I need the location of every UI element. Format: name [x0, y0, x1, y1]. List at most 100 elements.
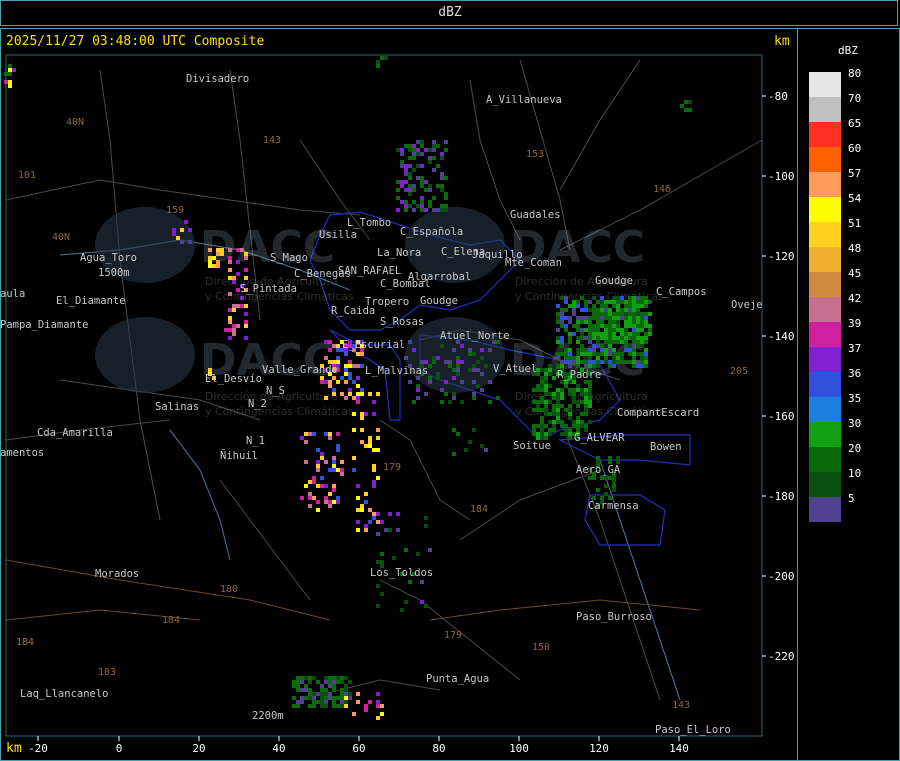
echo-pixel: [360, 412, 364, 416]
echo-pixel: [340, 472, 344, 476]
echo-pixel: [596, 312, 600, 316]
echo-pixel: [624, 316, 628, 320]
echo-pixel: [608, 476, 612, 480]
echo-pixel: [236, 324, 240, 328]
svg-text:y Contingencias Climáticas: y Contingencias Climáticas: [205, 405, 354, 418]
echo-pixel: [428, 204, 432, 208]
echo-pixel: [300, 676, 304, 680]
echo-pixel: [584, 316, 588, 320]
legend-swatch: [809, 422, 841, 447]
legend-label: 80: [848, 67, 862, 80]
echo-pixel: [572, 388, 576, 392]
echo-pixel: [216, 252, 220, 256]
echo-pixel: [368, 392, 372, 396]
echo-pixel: [544, 424, 548, 428]
place-label: N_2: [248, 398, 267, 410]
echo-pixel: [428, 148, 432, 152]
echo-pixel: [600, 312, 604, 316]
place-label: 150: [532, 642, 550, 653]
legend-label: 60: [848, 142, 862, 155]
echo-pixel: [308, 696, 312, 700]
echo-pixel: [400, 152, 404, 156]
echo-pixel: [404, 600, 408, 604]
echo-pixel: [568, 432, 572, 436]
echo-pixel: [576, 300, 580, 304]
echo-pixel: [592, 312, 596, 316]
echo-pixel: [408, 176, 412, 180]
echo-pixel: [412, 148, 416, 152]
echo-pixel: [536, 404, 540, 408]
echo-pixel: [336, 704, 340, 708]
echo-pixel: [452, 396, 456, 400]
echo-pixel: [468, 440, 472, 444]
echo-pixel: [616, 296, 620, 300]
echo-pixel: [232, 324, 236, 328]
echo-pixel: [432, 196, 436, 200]
echo-pixel: [628, 352, 632, 356]
echo-pixel: [308, 688, 312, 692]
echo-pixel: [380, 704, 384, 708]
echo-pixel: [428, 156, 432, 160]
legend-label: 70: [848, 92, 862, 105]
echo-pixel: [628, 344, 632, 348]
echo-pixel: [568, 356, 572, 360]
echo-pixel: [316, 468, 320, 472]
echo-pixel: [620, 340, 624, 344]
radar-map[interactable]: DACC Dirección de Agricultura y Continge…: [0, 0, 900, 761]
echo-pixel: [556, 416, 560, 420]
echo-pixel: [540, 380, 544, 384]
echo-pixel: [400, 160, 404, 164]
echo-pixel: [640, 320, 644, 324]
echo-pixel: [328, 432, 332, 436]
echo-pixel: [584, 388, 588, 392]
echo-pixel: [324, 700, 328, 704]
echo-pixel: [352, 428, 356, 432]
echo-pixel: [352, 380, 356, 384]
echo-pixel: [424, 524, 428, 528]
y-tick-label: -180: [768, 490, 795, 503]
echo-pixel: [376, 520, 380, 524]
echo-pixel: [624, 328, 628, 332]
x-tick-label: 60: [352, 742, 365, 755]
echo-pixel: [624, 340, 628, 344]
echo-pixel: [368, 436, 372, 440]
echo-pixel: [644, 364, 648, 368]
echo-pixel: [628, 332, 632, 336]
place-label: Laq_Llancanelo: [20, 688, 109, 700]
echo-pixel: [612, 356, 616, 360]
echo-pixel: [632, 332, 636, 336]
echo-pixel: [412, 184, 416, 188]
echo-pixel: [640, 312, 644, 316]
echo-pixel: [616, 356, 620, 360]
echo-pixel: [488, 348, 492, 352]
echo-pixel: [440, 184, 444, 188]
echo-pixel: [320, 700, 324, 704]
echo-pixel: [532, 424, 536, 428]
echo-pixel: [604, 336, 608, 340]
echo-pixel: [356, 396, 360, 400]
echo-pixel: [604, 332, 608, 336]
echo-pixel: [560, 340, 564, 344]
echo-pixel: [572, 332, 576, 336]
echo-pixel: [416, 552, 420, 556]
echo-pixel: [308, 680, 312, 684]
echo-pixel: [608, 336, 612, 340]
echo-pixel: [572, 420, 576, 424]
echo-pixel: [612, 480, 616, 484]
echo-pixel: [380, 552, 384, 556]
echo-pixel: [344, 676, 348, 680]
echo-pixel: [404, 144, 408, 148]
legend-label: 45: [848, 267, 862, 280]
legend-swatch: [809, 472, 841, 497]
echo-pixel: [588, 476, 592, 480]
echo-pixel: [376, 604, 380, 608]
echo-pixel: [472, 352, 476, 356]
echo-pixel: [352, 712, 356, 716]
echo-pixel: [436, 376, 440, 380]
echo-pixel: [328, 504, 332, 508]
place-label: Bowen: [650, 441, 682, 453]
place-label: E_Escurial: [342, 339, 405, 351]
echo-pixel: [300, 688, 304, 692]
echo-pixel: [428, 380, 432, 384]
echo-pixel: [464, 448, 468, 452]
